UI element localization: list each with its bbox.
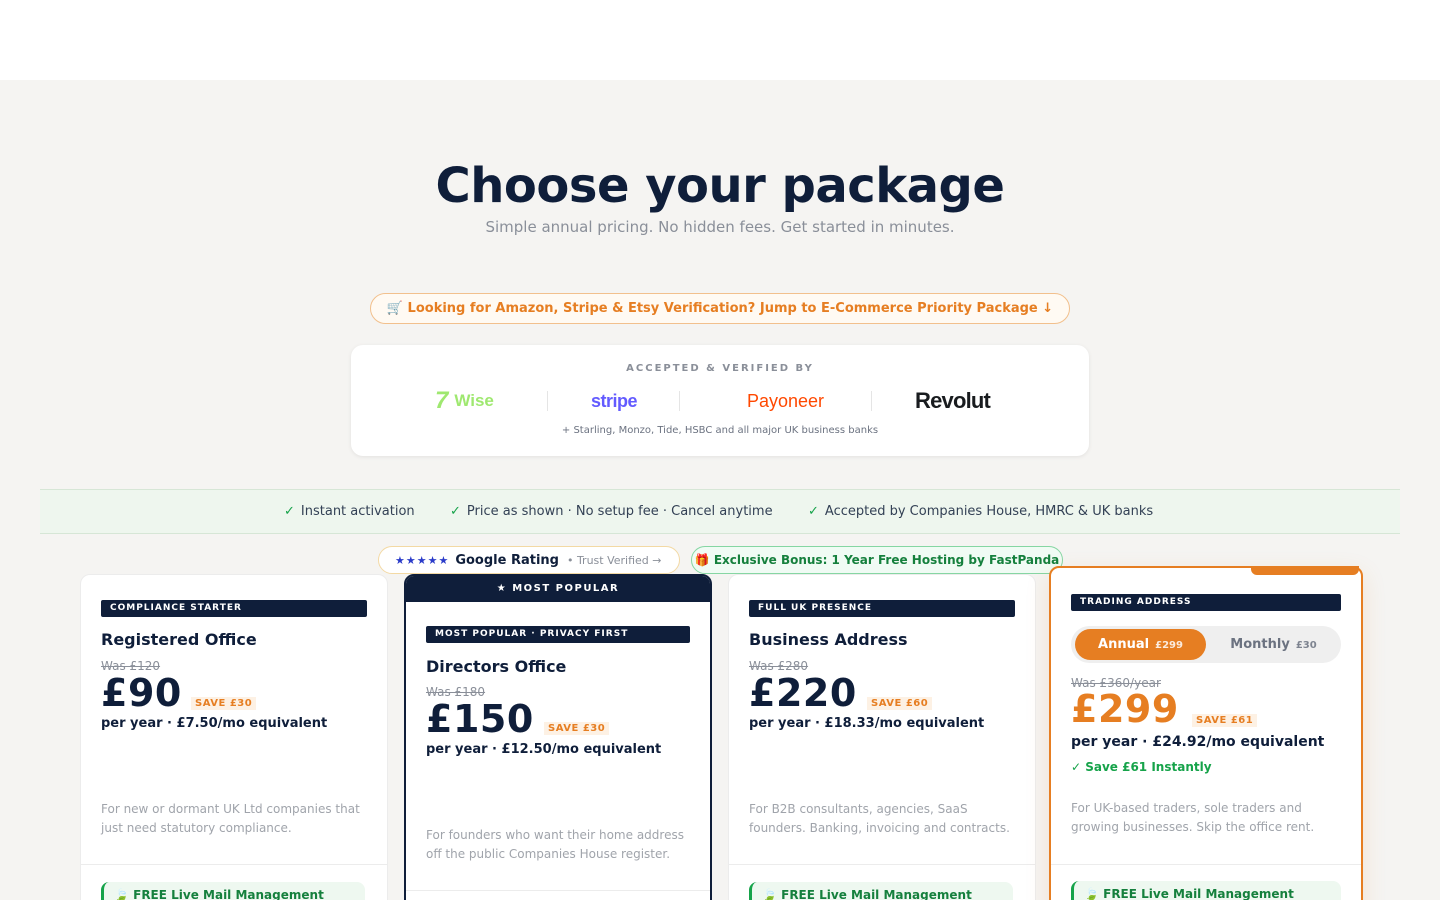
plan-price: £150 bbox=[426, 697, 534, 741]
verified-by-label: ACCEPTED & VERIFIED BY bbox=[626, 363, 814, 374]
card-divider bbox=[406, 890, 710, 891]
page-title: Choose your package bbox=[435, 158, 1005, 214]
trust-verified-link[interactable]: • Trust Verified → bbox=[567, 554, 662, 567]
plan-tag: TRADING ADDRESS bbox=[1071, 594, 1341, 611]
plan-price: £90 bbox=[101, 671, 182, 715]
corner-ribbon bbox=[1251, 566, 1359, 575]
plan-price: £299 bbox=[1071, 687, 1179, 731]
card-divider bbox=[81, 864, 387, 865]
price-period: per year · £18.33/mo equivalent bbox=[749, 716, 985, 731]
price-period: per year · £12.50/mo equivalent bbox=[426, 742, 662, 757]
monthly-billing-option[interactable]: Monthly £30 bbox=[1210, 629, 1337, 660]
other-banks-note: + Starling, Monzo, Tide, HSBC and all ma… bbox=[561, 425, 879, 436]
card-divider bbox=[729, 864, 1035, 865]
feature-mail-management: 🍃 FREE Live Mail Management bbox=[101, 882, 365, 900]
check-icon: ✓ bbox=[450, 504, 461, 519]
plan-tag: FULL UK PRESENCE bbox=[749, 600, 1015, 617]
page-subtitle: Simple annual pricing. No hidden fees. G… bbox=[485, 218, 955, 236]
trust-item: ✓ Accepted by Companies House, HMRC & UK … bbox=[808, 504, 1154, 519]
logo-divider bbox=[679, 391, 680, 411]
logo-divider bbox=[871, 391, 872, 411]
partner-logos: 7 Wise stripe Payoneer Revolut bbox=[351, 385, 1089, 417]
logo-divider bbox=[547, 391, 548, 411]
plan-name: Directors Office bbox=[426, 657, 567, 676]
plan-tag: COMPLIANCE STARTER bbox=[101, 600, 367, 617]
save-badge: SAVE £61 bbox=[1192, 714, 1258, 727]
plan-description: For new or dormant UK Ltd companies that… bbox=[101, 802, 360, 835]
trust-item: ✓ Instant activation bbox=[284, 504, 415, 519]
price-period: per year · £24.92/mo equivalent bbox=[1071, 734, 1325, 750]
feature-mail-management: 🍃 FREE Live Mail Management bbox=[749, 882, 1013, 900]
instant-savings-note: ✓ Save £61 Instantly bbox=[1071, 760, 1212, 774]
top-navigation-bar bbox=[0, 0, 1440, 80]
check-icon: ✓ bbox=[808, 504, 819, 519]
plan-description: For founders who want their home address… bbox=[426, 828, 684, 861]
billing-toggle: Annual £299 Monthly £30 bbox=[1071, 626, 1341, 663]
feature-mail-management: 🍃 FREE Live Mail Management bbox=[1071, 881, 1341, 900]
most-popular-header: ★ MOST POPULAR bbox=[406, 576, 710, 602]
plan-description: For UK-based traders, sole traders and g… bbox=[1071, 801, 1315, 834]
plan-tag: MOST POPULAR · PRIVACY FIRST bbox=[426, 626, 690, 643]
wise-logo: 7 Wise bbox=[435, 387, 494, 414]
star-rating-icon: ★★★★★ bbox=[395, 554, 450, 567]
verified-by-panel: ACCEPTED & VERIFIED BY 7 Wise stripe Payo… bbox=[351, 345, 1089, 456]
save-badge: SAVE £60 bbox=[867, 697, 933, 710]
plan-name: Registered Office bbox=[101, 630, 257, 649]
trust-bar: ✓ Instant activation ✓ Price as shown · No… bbox=[40, 489, 1400, 534]
payoneer-logo: Payoneer bbox=[747, 391, 825, 411]
card-divider bbox=[1051, 864, 1361, 865]
plan-card-registered-office[interactable]: COMPLIANCE STARTER Registered Office Was… bbox=[80, 574, 388, 900]
plan-price: £220 bbox=[749, 671, 857, 715]
ecommerce-package-link[interactable]: 🛒 Looking for Amazon, Stripe & Etsy Veri… bbox=[370, 293, 1070, 324]
plan-description: For B2B consultants, agencies, SaaS foun… bbox=[749, 802, 1010, 835]
google-rating-badge[interactable]: ★★★★★ Google Rating • Trust Verified → bbox=[378, 546, 680, 574]
price-period: per year · £7.50/mo equivalent bbox=[101, 716, 328, 731]
trust-item: ✓ Price as shown · No setup fee · Cancel … bbox=[450, 504, 773, 519]
google-rating-label: Google Rating bbox=[455, 553, 559, 568]
plan-name: Business Address bbox=[749, 630, 908, 649]
save-badge: SAVE £30 bbox=[544, 722, 610, 735]
check-icon: ✓ bbox=[284, 504, 295, 519]
hosting-bonus-badge: 🎁 Exclusive Bonus: 1 Year Free Hosting b… bbox=[691, 546, 1063, 574]
annual-billing-option[interactable]: Annual £299 bbox=[1075, 629, 1206, 660]
revolut-logo: Revolut bbox=[915, 388, 991, 413]
wise-icon: 7 bbox=[435, 387, 449, 414]
save-badge: SAVE £30 bbox=[191, 697, 257, 710]
plan-card-business-address[interactable]: FULL UK PRESENCE Business Address Was £2… bbox=[728, 574, 1036, 900]
plan-card-trading-address[interactable]: TRADING ADDRESS Annual £299 Monthly £30 Wa… bbox=[1049, 566, 1363, 900]
stripe-logo: stripe bbox=[591, 391, 638, 411]
plan-card-directors-office[interactable]: ★ MOST POPULAR MOST POPULAR · PRIVACY FI… bbox=[404, 574, 712, 900]
